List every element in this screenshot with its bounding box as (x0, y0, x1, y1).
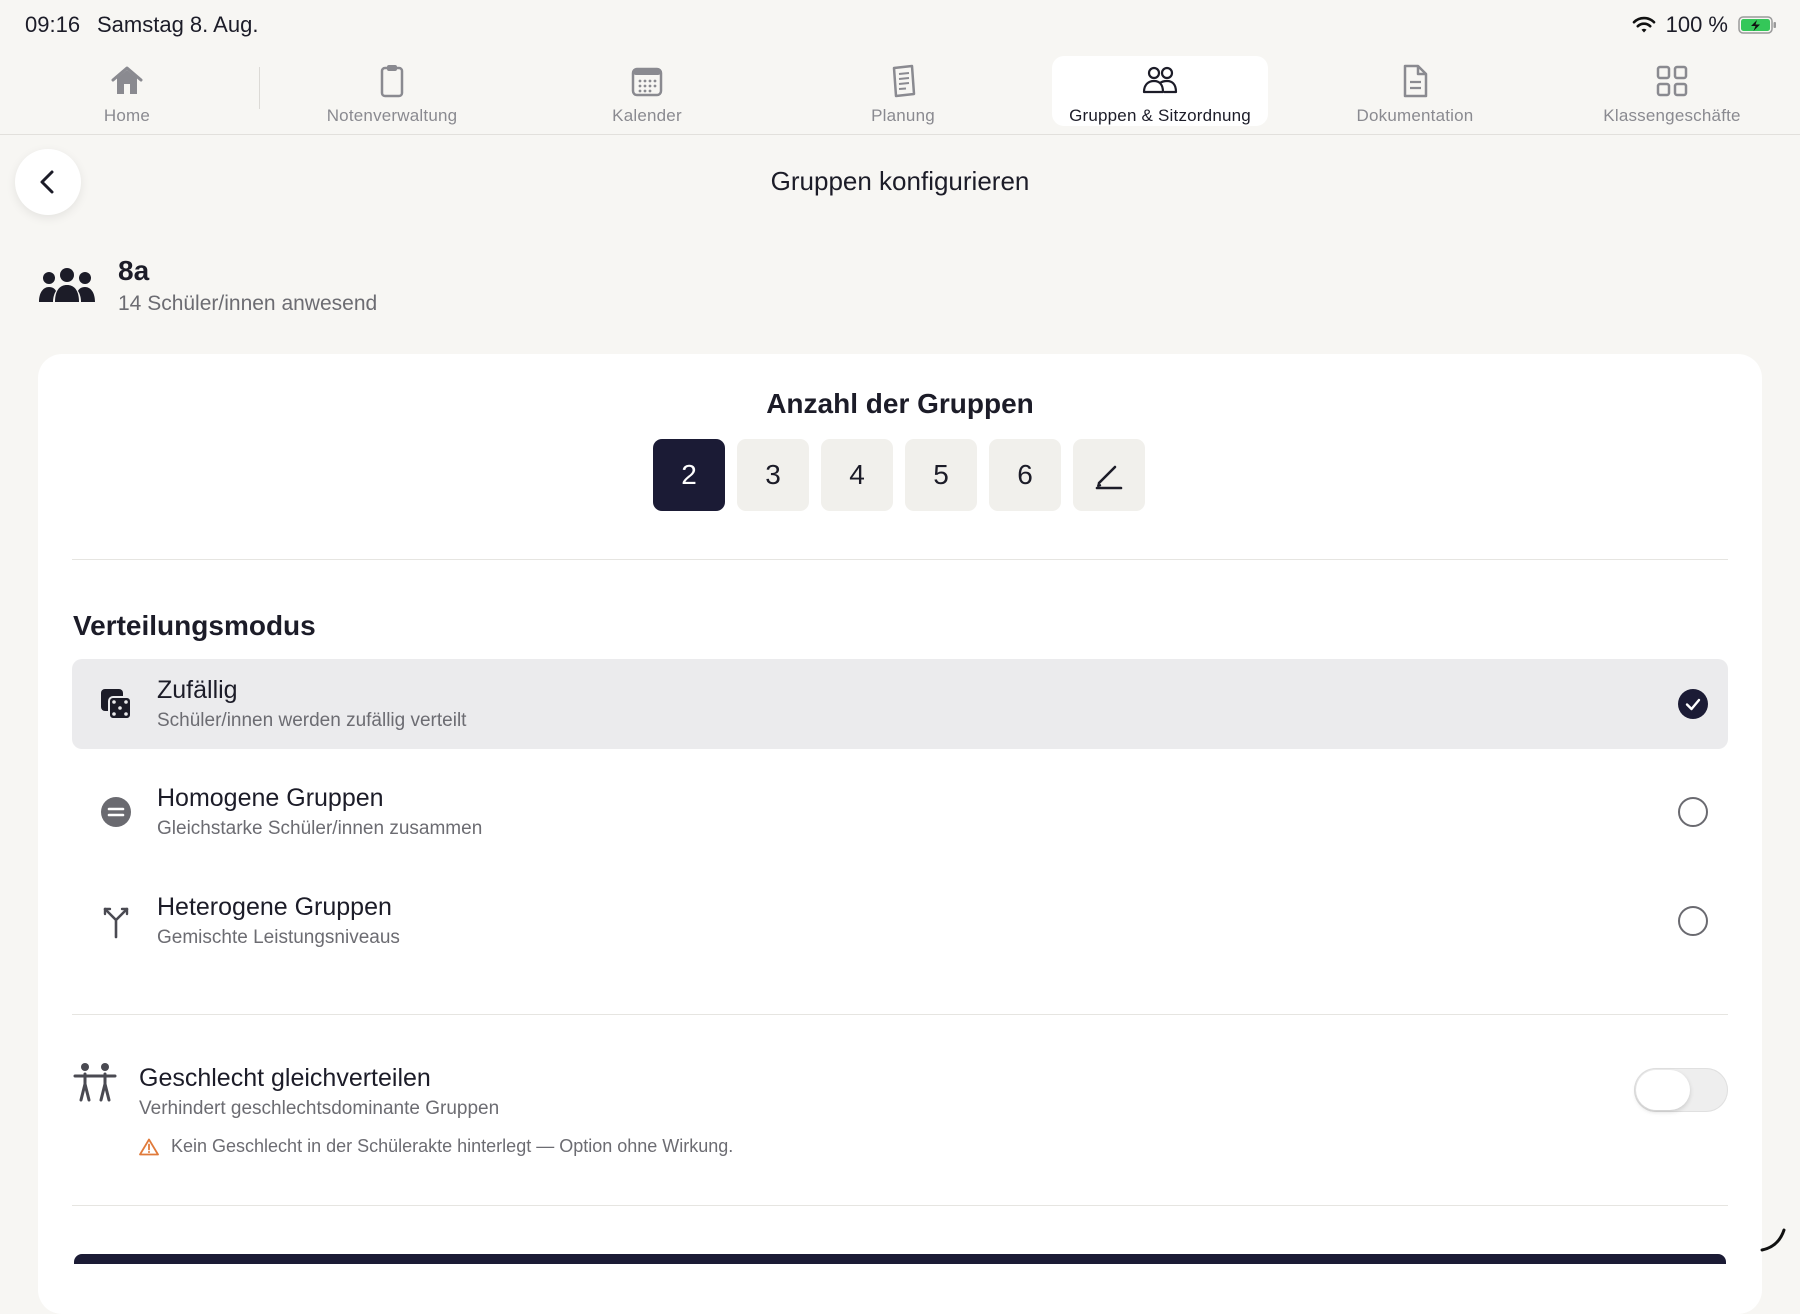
toggle-knob (1636, 1070, 1690, 1110)
group-count-5[interactable]: 5 (905, 439, 977, 511)
group-icon (39, 268, 95, 302)
mode-title: Homogene Gruppen (157, 784, 384, 812)
mode-title: Heterogene Gruppen (157, 893, 392, 921)
checkmark-icon (1685, 698, 1701, 711)
clipboard-icon (380, 65, 404, 98)
tab-label: Notenverwaltung (326, 106, 458, 125)
radio-unselected[interactable] (1678, 906, 1708, 936)
mode-heterogen[interactable]: Heterogene Gruppen Gemischte Leistungsni… (72, 876, 1728, 966)
tab-klassengeschaefte[interactable]: Klassengeschäfte (1592, 56, 1752, 126)
custom-count-button[interactable] (1073, 439, 1145, 511)
gender-toggle[interactable] (1634, 1068, 1728, 1112)
dice-icon (101, 689, 132, 720)
equals-icon (101, 797, 131, 827)
group-count-title: Anzahl der Gruppen (766, 388, 1034, 419)
tab-label: Dokumentation (1356, 106, 1474, 125)
split-icon (103, 907, 129, 939)
group-count-3[interactable]: 3 (737, 439, 809, 511)
tab-notenverwaltung[interactable]: Notenverwaltung (312, 56, 472, 126)
distribution-title: Verteilungsmodus (73, 610, 316, 641)
page-title: Gruppen konfigurieren (770, 166, 1030, 196)
pencil-icon (1095, 465, 1123, 490)
mode-homogen[interactable]: Homogene Gruppen Gleichstarke Schüler/in… (72, 767, 1728, 857)
primary-action-button[interactable] (74, 1254, 1726, 1264)
tab-gruppen-sitzordnung[interactable]: Gruppen & Sitzordnung (1052, 56, 1268, 126)
tab-label: Gruppen & Sitzordnung (1069, 106, 1251, 125)
gender-warning: Kein Geschlecht in der Schülerakte hinte… (139, 1136, 733, 1157)
people-icon (1142, 66, 1178, 94)
tab-bar: Home Notenverwaltung Kalender Planung Gr… (0, 52, 1800, 135)
divider (72, 1014, 1728, 1015)
wifi-icon (1632, 16, 1655, 33)
calendar-icon (631, 67, 663, 97)
divider (72, 559, 1728, 560)
mode-subtitle: Gleichstarke Schüler/innen zusammen (157, 818, 483, 839)
class-attendance: 14 Schüler/innen anwesend (118, 292, 378, 315)
tab-separator (259, 67, 260, 109)
battery-icon (1738, 16, 1776, 34)
group-count-6[interactable]: 6 (989, 439, 1061, 511)
warning-text: Kein Geschlecht in der Schülerakte hinte… (171, 1136, 734, 1156)
status-right: 100 % (1632, 12, 1778, 38)
tab-dokumentation[interactable]: Dokumentation (1345, 56, 1485, 126)
group-count-4[interactable]: 4 (821, 439, 893, 511)
status-time: 09:16 (25, 12, 81, 37)
group-count-selector: 2 3 4 5 6 (653, 439, 1145, 511)
scroll-indicator-icon (1760, 1228, 1786, 1252)
home-icon (111, 66, 143, 94)
notes-icon (892, 64, 916, 98)
gender-balance-option: Geschlecht gleichverteilen Verhindert ge… (72, 1054, 1728, 1164)
tab-planung[interactable]: Planung (853, 56, 953, 126)
grid-icon (1656, 65, 1688, 97)
radio-selected[interactable] (1678, 689, 1708, 719)
tab-kalender[interactable]: Kalender (597, 56, 697, 126)
gender-icon (73, 1063, 117, 1102)
mode-title: Zufällig (157, 676, 238, 704)
tab-label: Planung (871, 106, 935, 125)
config-card: Anzahl der Gruppen 2 3 4 5 6 Verteilungs… (38, 354, 1762, 1314)
mode-subtitle: Schüler/innen werden zufällig verteilt (157, 710, 467, 731)
battery-percent: 100 % (1665, 12, 1728, 37)
group-count-2[interactable]: 2 (653, 439, 725, 511)
gender-title: Geschlecht gleichverteilen (139, 1064, 431, 1092)
divider (72, 1205, 1728, 1206)
gender-subtitle: Verhindert geschlechtsdominante Gruppen (139, 1098, 500, 1119)
class-name: 8a (118, 255, 150, 286)
status-bar: 09:16 Samstag 8. Aug. 100 % (0, 0, 1800, 48)
tab-home[interactable]: Home (87, 56, 167, 126)
warning-icon (139, 1138, 159, 1155)
tab-label: Kalender (612, 106, 682, 125)
mode-subtitle: Gemischte Leistungsniveaus (157, 927, 400, 948)
mode-zufaellig[interactable]: Zufällig Schüler/innen werden zufällig v… (72, 659, 1728, 749)
tab-label: Klassengeschäfte (1603, 106, 1741, 125)
tab-label: Home (103, 106, 151, 125)
document-icon (1403, 64, 1428, 98)
radio-unselected[interactable] (1678, 797, 1708, 827)
status-date: Samstag 8. Aug. (97, 12, 259, 37)
